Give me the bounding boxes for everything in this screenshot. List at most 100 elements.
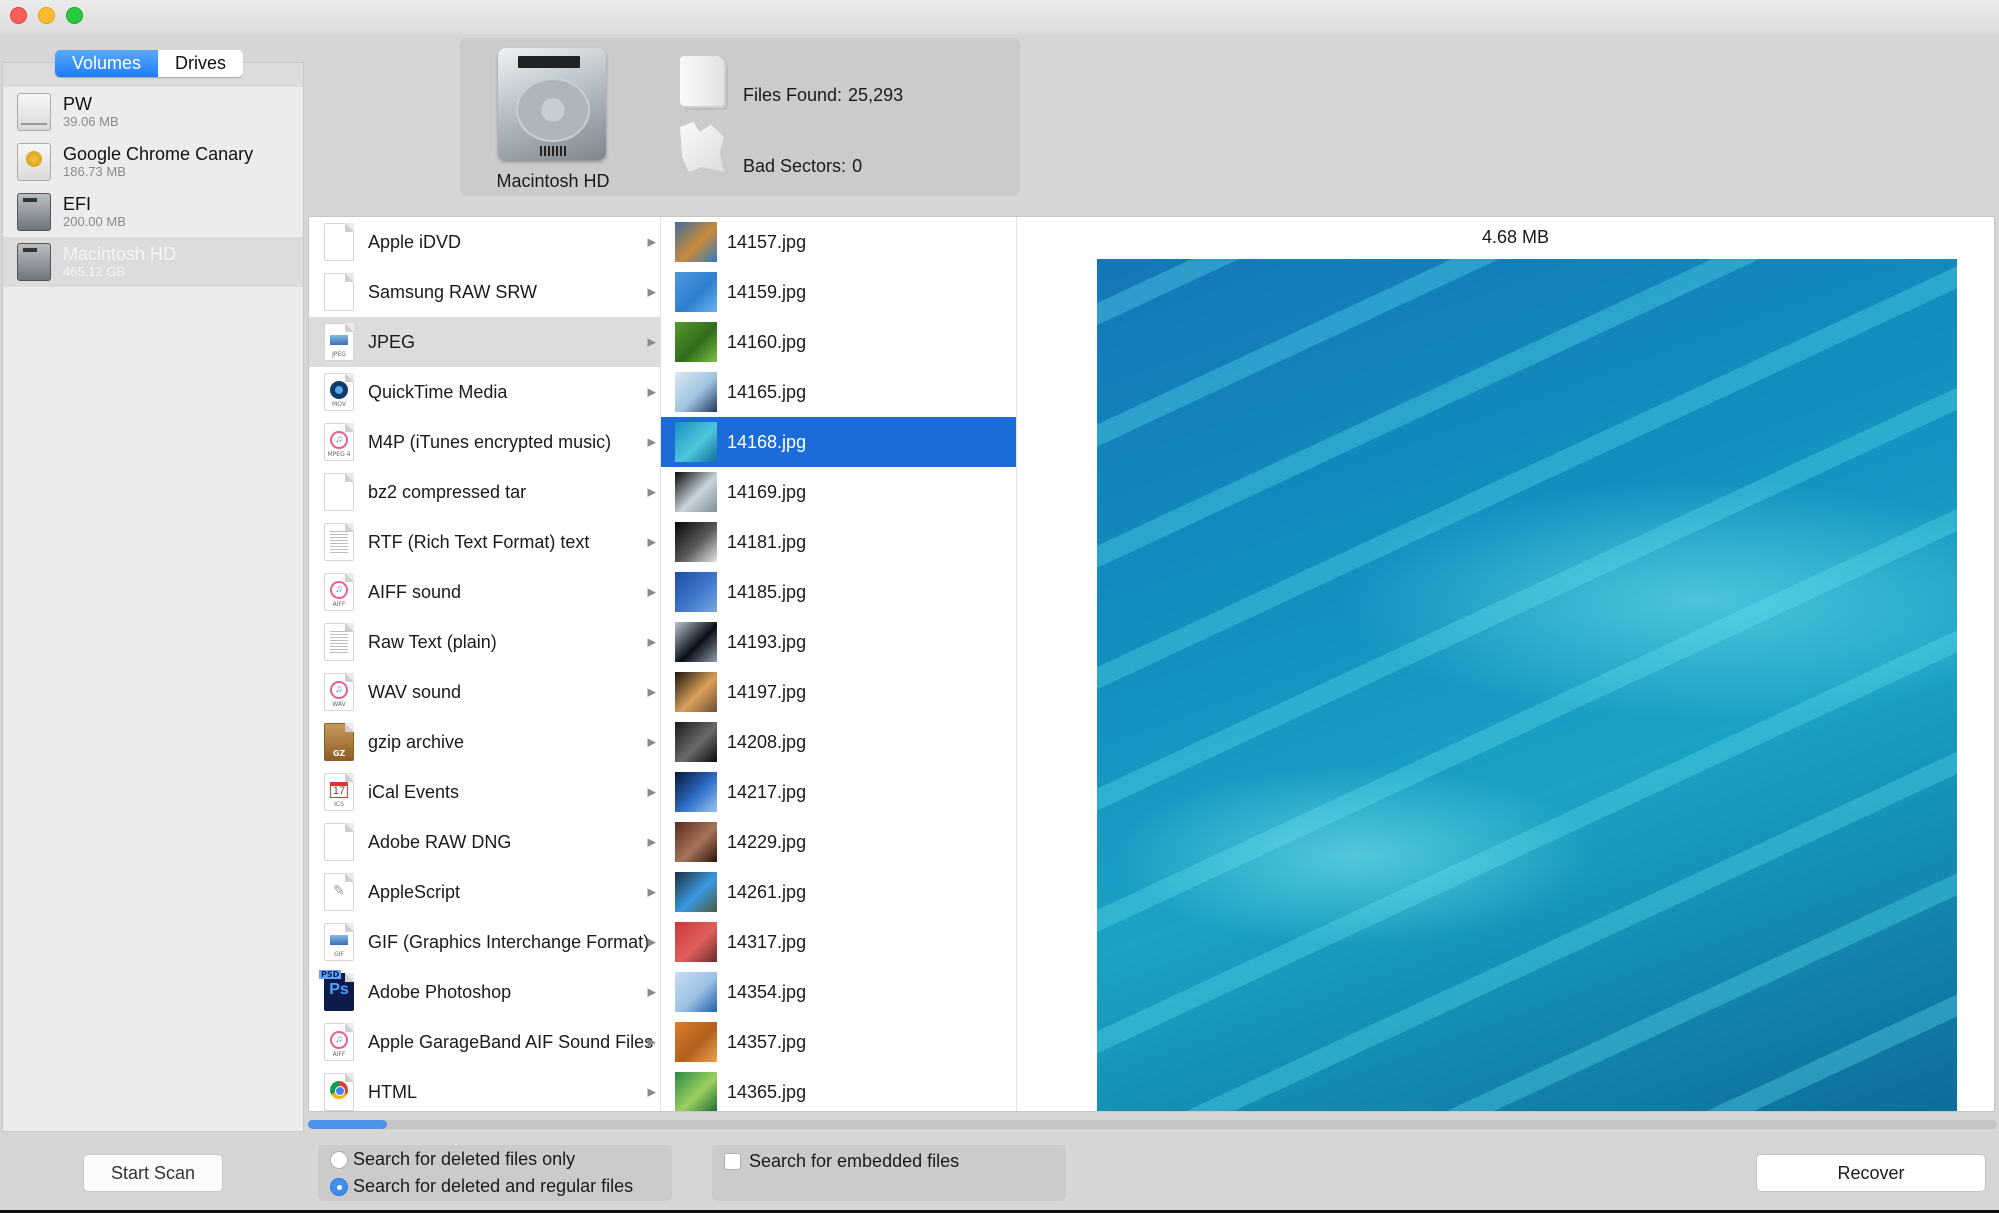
file-type-row[interactable]: ✎ AppleScript ▶ — [309, 867, 660, 917]
file-type-row[interactable]: Ps PSD Adobe Photoshop ▶ — [309, 967, 660, 1017]
tab-drives[interactable]: Drives — [158, 50, 244, 77]
minimize-window-button[interactable] — [38, 7, 55, 24]
radio-deleted-only[interactable] — [330, 1150, 348, 1169]
file-row[interactable]: 14169.jpg — [661, 467, 1016, 517]
music-file-icon: ♫ WAV — [324, 673, 354, 711]
option-embedded-files[interactable]: Search for embedded files — [724, 1151, 959, 1172]
file-row[interactable]: 14185.jpg — [661, 567, 1016, 617]
file-row[interactable]: 14261.jpg — [661, 867, 1016, 917]
icon-tag: JPEG — [332, 351, 346, 358]
file-type-row[interactable]: GZ gzip archive ▶ — [309, 717, 660, 767]
file-row[interactable]: 14168.jpg — [661, 417, 1016, 467]
volume-size: 39.06 MB — [63, 113, 119, 129]
start-scan-button[interactable]: Start Scan — [83, 1154, 223, 1192]
file-name: 14208.jpg — [727, 731, 807, 752]
photoshop-file-icon: Ps PSD — [319, 970, 354, 1011]
file-type-column[interactable]: Apple iDVD ▶ Samsung RAW SRW ▶ JPEG JPEG ▶ MOV Q… — [309, 217, 661, 1111]
applescript-file-icon: ✎ — [324, 873, 354, 911]
volume-item[interactable]: Macintosh HD 465.12 GB — [3, 237, 303, 287]
icon-glyph — [330, 1080, 348, 1099]
generic-file-icon — [324, 473, 354, 511]
file-row[interactable]: 14357.jpg — [661, 1017, 1016, 1067]
file-thumbnail — [675, 272, 717, 312]
file-type-row[interactable]: bz2 compressed tar ▶ — [309, 467, 660, 517]
icon-glyph — [330, 380, 348, 399]
bad-sectors-icon — [680, 122, 724, 172]
scrollbar-thumb[interactable] — [308, 1120, 388, 1129]
disclosure-arrow-icon: ▶ — [647, 336, 656, 349]
file-type-row[interactable]: Apple iDVD ▶ — [309, 217, 660, 267]
file-type-row[interactable]: ♫ AIFF AIFF sound ▶ — [309, 567, 660, 617]
icon-glyph: ✎ — [333, 881, 345, 898]
file-name: 14317.jpg — [727, 931, 807, 952]
volume-item[interactable]: EFI 200.00 MB — [3, 187, 303, 237]
icon-tag: AIFF — [332, 1051, 346, 1058]
tab-volumes[interactable]: Volumes — [55, 50, 159, 77]
file-row[interactable]: 14208.jpg — [661, 717, 1016, 767]
radio-deleted-and-regular[interactable] — [330, 1177, 348, 1196]
file-type-label: M4P (iTunes encrypted music) — [368, 431, 612, 452]
file-name: 14169.jpg — [727, 481, 807, 502]
file-name: 14165.jpg — [727, 381, 807, 402]
file-type-row[interactable]: MOV QuickTime Media ▶ — [309, 367, 660, 417]
disclosure-arrow-icon: ▶ — [647, 236, 656, 249]
file-list-column[interactable]: 14157.jpg 14159.jpg 14160.jpg 14165.jpg 1416… — [661, 217, 1017, 1111]
file-row[interactable]: 14365.jpg — [661, 1067, 1016, 1111]
zoom-window-button[interactable] — [66, 7, 83, 24]
file-row[interactable]: 14229.jpg — [661, 817, 1016, 867]
file-name: 14197.jpg — [727, 681, 807, 702]
icon-tag: ICS — [334, 801, 344, 808]
file-type-row[interactable]: GIF GIF (Graphics Interchange Format) ▶ — [309, 917, 660, 967]
file-name: 14168.jpg — [727, 431, 807, 452]
file-thumbnail — [675, 972, 717, 1012]
canary-disk-icon — [17, 143, 51, 181]
file-thumbnail — [675, 772, 717, 812]
icon-glyph — [329, 333, 349, 346]
option-label: Search for embedded files — [749, 1151, 960, 1171]
file-thumbnail — [675, 722, 717, 762]
file-row[interactable]: 14193.jpg — [661, 617, 1016, 667]
file-row[interactable]: 14197.jpg — [661, 667, 1016, 717]
embedded-files-checkbox[interactable] — [724, 1153, 741, 1170]
option-deleted-only[interactable]: Search for deleted files only — [330, 1149, 575, 1170]
close-window-button[interactable] — [10, 7, 27, 24]
file-type-row[interactable]: ♫ MPEG 4 M4P (iTunes encrypted music) ▶ — [309, 417, 660, 467]
horizontal-scrollbar[interactable] — [308, 1120, 1997, 1129]
file-name: 14193.jpg — [727, 631, 807, 652]
external-drive-icon — [17, 93, 51, 131]
file-type-label: Adobe Photoshop — [368, 981, 512, 1002]
volume-item[interactable]: PW 39.06 MB — [3, 87, 303, 137]
icon-tag: GZ — [332, 749, 346, 758]
disclosure-arrow-icon: ▶ — [647, 586, 656, 599]
file-type-label: Adobe RAW DNG — [368, 831, 512, 852]
file-type-row[interactable]: ♫ WAV WAV sound ▶ — [309, 667, 660, 717]
file-type-row[interactable]: 17 ICS iCal Events ▶ — [309, 767, 660, 817]
recover-button[interactable]: Recover — [1756, 1154, 1986, 1192]
file-row[interactable]: 14157.jpg — [661, 217, 1016, 267]
file-row[interactable]: 14160.jpg — [661, 317, 1016, 367]
option-deleted-and-regular[interactable]: Search for deleted and regular files — [330, 1176, 633, 1197]
calendar-file-icon: 17 ICS — [324, 773, 354, 811]
file-type-row[interactable]: HTML ▶ — [309, 1067, 660, 1111]
file-type-row[interactable]: RTF (Rich Text Format) text ▶ — [309, 517, 660, 567]
file-type-row[interactable]: JPEG JPEG ▶ — [309, 317, 660, 367]
file-type-row[interactable]: Adobe RAW DNG ▶ — [309, 817, 660, 867]
file-row[interactable]: 14317.jpg — [661, 917, 1016, 967]
file-type-row[interactable]: Samsung RAW SRW ▶ — [309, 267, 660, 317]
drive-platter — [516, 78, 590, 142]
file-row[interactable]: 14165.jpg — [661, 367, 1016, 417]
file-thumbnail — [675, 322, 717, 362]
file-row[interactable]: 14217.jpg — [661, 767, 1016, 817]
file-row[interactable]: 14354.jpg — [661, 967, 1016, 1017]
preview-pane: 4.68 MB — [1017, 217, 1994, 1111]
file-type-row[interactable]: ♫ AIFF Apple GarageBand AIF Sound Files ▶ — [309, 1017, 660, 1067]
icon-tag: GIF — [334, 951, 344, 958]
file-name: 14357.jpg — [727, 1031, 807, 1052]
icon-glyph: 17 — [329, 781, 349, 798]
text-file-icon — [324, 623, 354, 661]
file-row[interactable]: 14181.jpg — [661, 517, 1016, 567]
file-type-row[interactable]: Raw Text (plain) ▶ — [309, 617, 660, 667]
volume-item[interactable]: Google Chrome Canary 186.73 MB — [3, 137, 303, 187]
file-row[interactable]: 14159.jpg — [661, 267, 1016, 317]
file-type-label: Apple iDVD — [368, 231, 462, 252]
